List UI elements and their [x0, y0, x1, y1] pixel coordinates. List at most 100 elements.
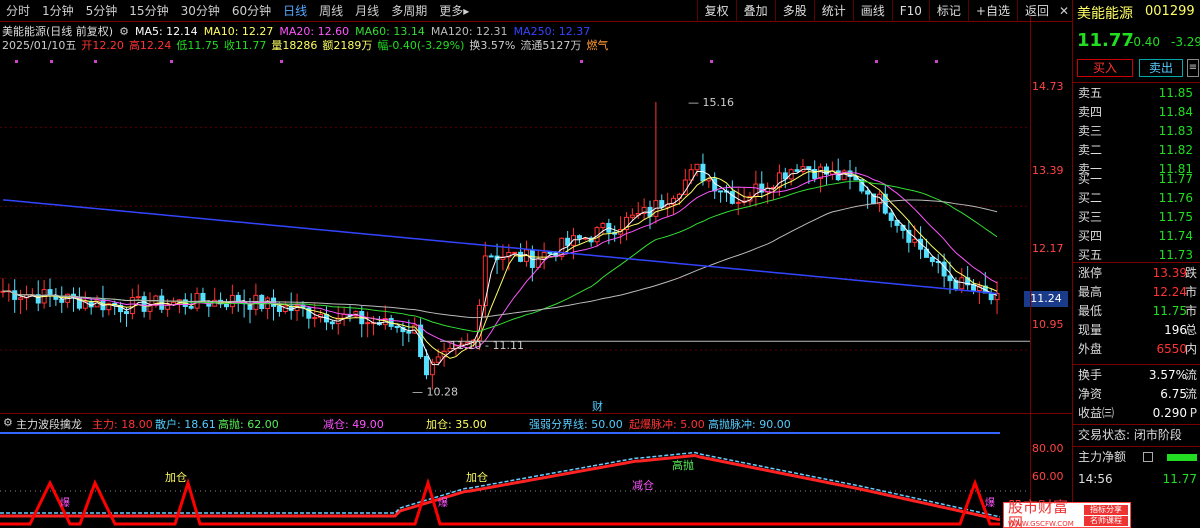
ask-row[interactable]: 卖二 11.82 [1073, 141, 1200, 160]
quote-panel: 美能能源 001299 11.77 -0.40 -3.29 买入 卖出 ≡ 卖五… [1072, 0, 1200, 528]
event-dot [280, 60, 283, 63]
indicator-settings-icon[interactable]: ⚙ [3, 416, 13, 429]
period-tab[interactable]: 月线 [349, 0, 385, 22]
event-dot [94, 60, 97, 63]
sector-tag[interactable]: 燃气 [586, 37, 608, 53]
stat-row: 最高 12.24 市 [1078, 285, 1197, 299]
toolbar-button[interactable]: 返回 [1016, 0, 1056, 22]
sub-axis-1: 80.00 [1032, 442, 1064, 455]
ma250-label: MA250: 12.37 [513, 24, 591, 38]
candle-body [312, 317, 318, 320]
net-flow-bar [1167, 454, 1197, 461]
watermark-tag2: 名师课程 [1084, 516, 1128, 526]
candle-body [735, 201, 741, 204]
sell-button[interactable]: 卖出 [1139, 59, 1183, 77]
more-icon[interactable]: ≡ [1187, 59, 1199, 77]
quote-pct: -3.29 [1171, 35, 1200, 49]
candle-body [47, 289, 53, 296]
bar-float: 流通5127万 [520, 39, 582, 52]
finance-marker[interactable]: 财 [592, 399, 603, 413]
toolbar-button[interactable]: F10 [891, 0, 929, 22]
toolbar-button[interactable]: 叠加 [735, 0, 775, 22]
trade-state: 交易状态: 闭市阶段 [1078, 428, 1182, 442]
quote-change: -0.40 [1129, 35, 1161, 49]
stat-row: 收益㈢ 0.290 P [1078, 406, 1197, 420]
toolbar-button[interactable]: 统计 [813, 0, 853, 22]
candle-body [394, 325, 400, 329]
candle-body [600, 222, 606, 229]
candle-body [794, 169, 800, 172]
candle-body [135, 296, 141, 299]
jiacang-mark: 加仓 [165, 470, 187, 484]
bar-open: 开12.20 [81, 39, 124, 52]
bar-low: 低11.75 [176, 39, 219, 52]
candle-body [365, 322, 371, 325]
period-tab[interactable]: 日线 [277, 0, 313, 22]
bar-high: 高12.24 [128, 39, 172, 52]
range-marker: 11.10 - 11.11 [450, 339, 524, 352]
buy-button[interactable]: 买入 [1077, 59, 1133, 77]
watermark-logo: 股市财富网 WWW.GSCFW.COM 指标分享 名师课程 [1003, 499, 1131, 528]
ask-row[interactable]: 卖五 11.85 [1073, 84, 1200, 103]
period-tab[interactable]: 1分钟 [36, 0, 80, 22]
candle-body [947, 275, 953, 282]
jiacang-value: 加仓: 35.00 [426, 418, 487, 431]
ma-legend: 美能能源(日线 前复权) ⚙ MA5: 12.14 MA10: 12.27 MA… [2, 24, 591, 39]
event-dot [580, 60, 583, 63]
list-icon[interactable] [1143, 452, 1153, 462]
candle-body [59, 298, 65, 303]
toolbar-button[interactable]: 复权 [696, 0, 736, 22]
bar-change: 幅-0.40(-3.29%) [377, 39, 465, 52]
ohlc-info: 2025/01/10五 开12.20 高12.24 低11.75 收11.77 … [2, 38, 608, 52]
candle-body [141, 296, 147, 312]
bar-close: 收11.77 [223, 39, 267, 52]
bid-row[interactable]: 买一 11.77 [1073, 170, 1200, 189]
toolbar-button[interactable]: +自选 [967, 0, 1017, 22]
close-icon[interactable]: ✕ [1056, 0, 1072, 22]
bid-row[interactable]: 买四 11.74 [1073, 227, 1200, 246]
period-tab[interactable]: 多周期 [385, 0, 433, 22]
period-tab[interactable]: 分时 [0, 0, 36, 22]
candle-body [435, 356, 441, 363]
candle-body [123, 311, 129, 315]
ma60-label: MA60: 13.14 [355, 24, 425, 38]
candle-body [18, 297, 24, 300]
ma-line [2, 169, 998, 359]
indicator-chart[interactable]: 减仓 高抛加仓 加仓爆 爆 爆 [0, 431, 1030, 528]
bid-row[interactable]: 买三 11.75 [1073, 208, 1200, 227]
candle-body [718, 190, 724, 193]
period-tab[interactable]: 更多▸ [433, 0, 475, 22]
period-tab[interactable]: 15分钟 [123, 0, 174, 22]
quote-price: 11.77 [1077, 30, 1134, 51]
settings-gear-icon[interactable]: ⚙ [119, 25, 129, 38]
toolbar-button[interactable]: 多股 [774, 0, 814, 22]
ma20-label: MA20: 12.60 [279, 24, 350, 38]
bao-mark: 爆 [438, 497, 448, 509]
ask-row[interactable]: 卖四 11.84 [1073, 103, 1200, 122]
period-tab[interactable]: 30分钟 [175, 0, 226, 22]
candle-body [406, 331, 412, 334]
ma5-label: MA5: 12.14 [134, 24, 198, 38]
jiacang-mark: 加仓 [466, 470, 488, 484]
candle-body [512, 251, 518, 254]
candle-body [929, 256, 935, 263]
ask-row[interactable]: 卖三 11.83 [1073, 122, 1200, 141]
bar-turnover: 换3.57% [469, 39, 516, 52]
bid-row[interactable]: 买二 11.76 [1073, 189, 1200, 208]
price-axis-1: 14.73 [1032, 80, 1064, 93]
period-tab[interactable]: 60分钟 [226, 0, 277, 22]
candle-body [488, 255, 494, 258]
period-tab[interactable]: 周线 [313, 0, 349, 22]
period-tab[interactable]: 5分钟 [80, 0, 124, 22]
event-dot [710, 60, 713, 63]
candle-body [959, 277, 965, 290]
watermark-url: WWW.GSCFW.COM [1008, 520, 1074, 528]
candlestick-chart[interactable]: — 15.16 — 10.28 11.10 - 11.11 财 [0, 54, 1030, 414]
indicator-name[interactable]: 主力波段擒龙 [16, 416, 82, 432]
bao-mark: 爆 [60, 497, 70, 509]
toolbar-button[interactable]: 标记 [928, 0, 968, 22]
toolbar-button[interactable]: 画线 [852, 0, 892, 22]
candle-body [547, 251, 553, 254]
candle-body [329, 321, 335, 325]
watermark-tag1: 指标分享 [1084, 505, 1128, 515]
